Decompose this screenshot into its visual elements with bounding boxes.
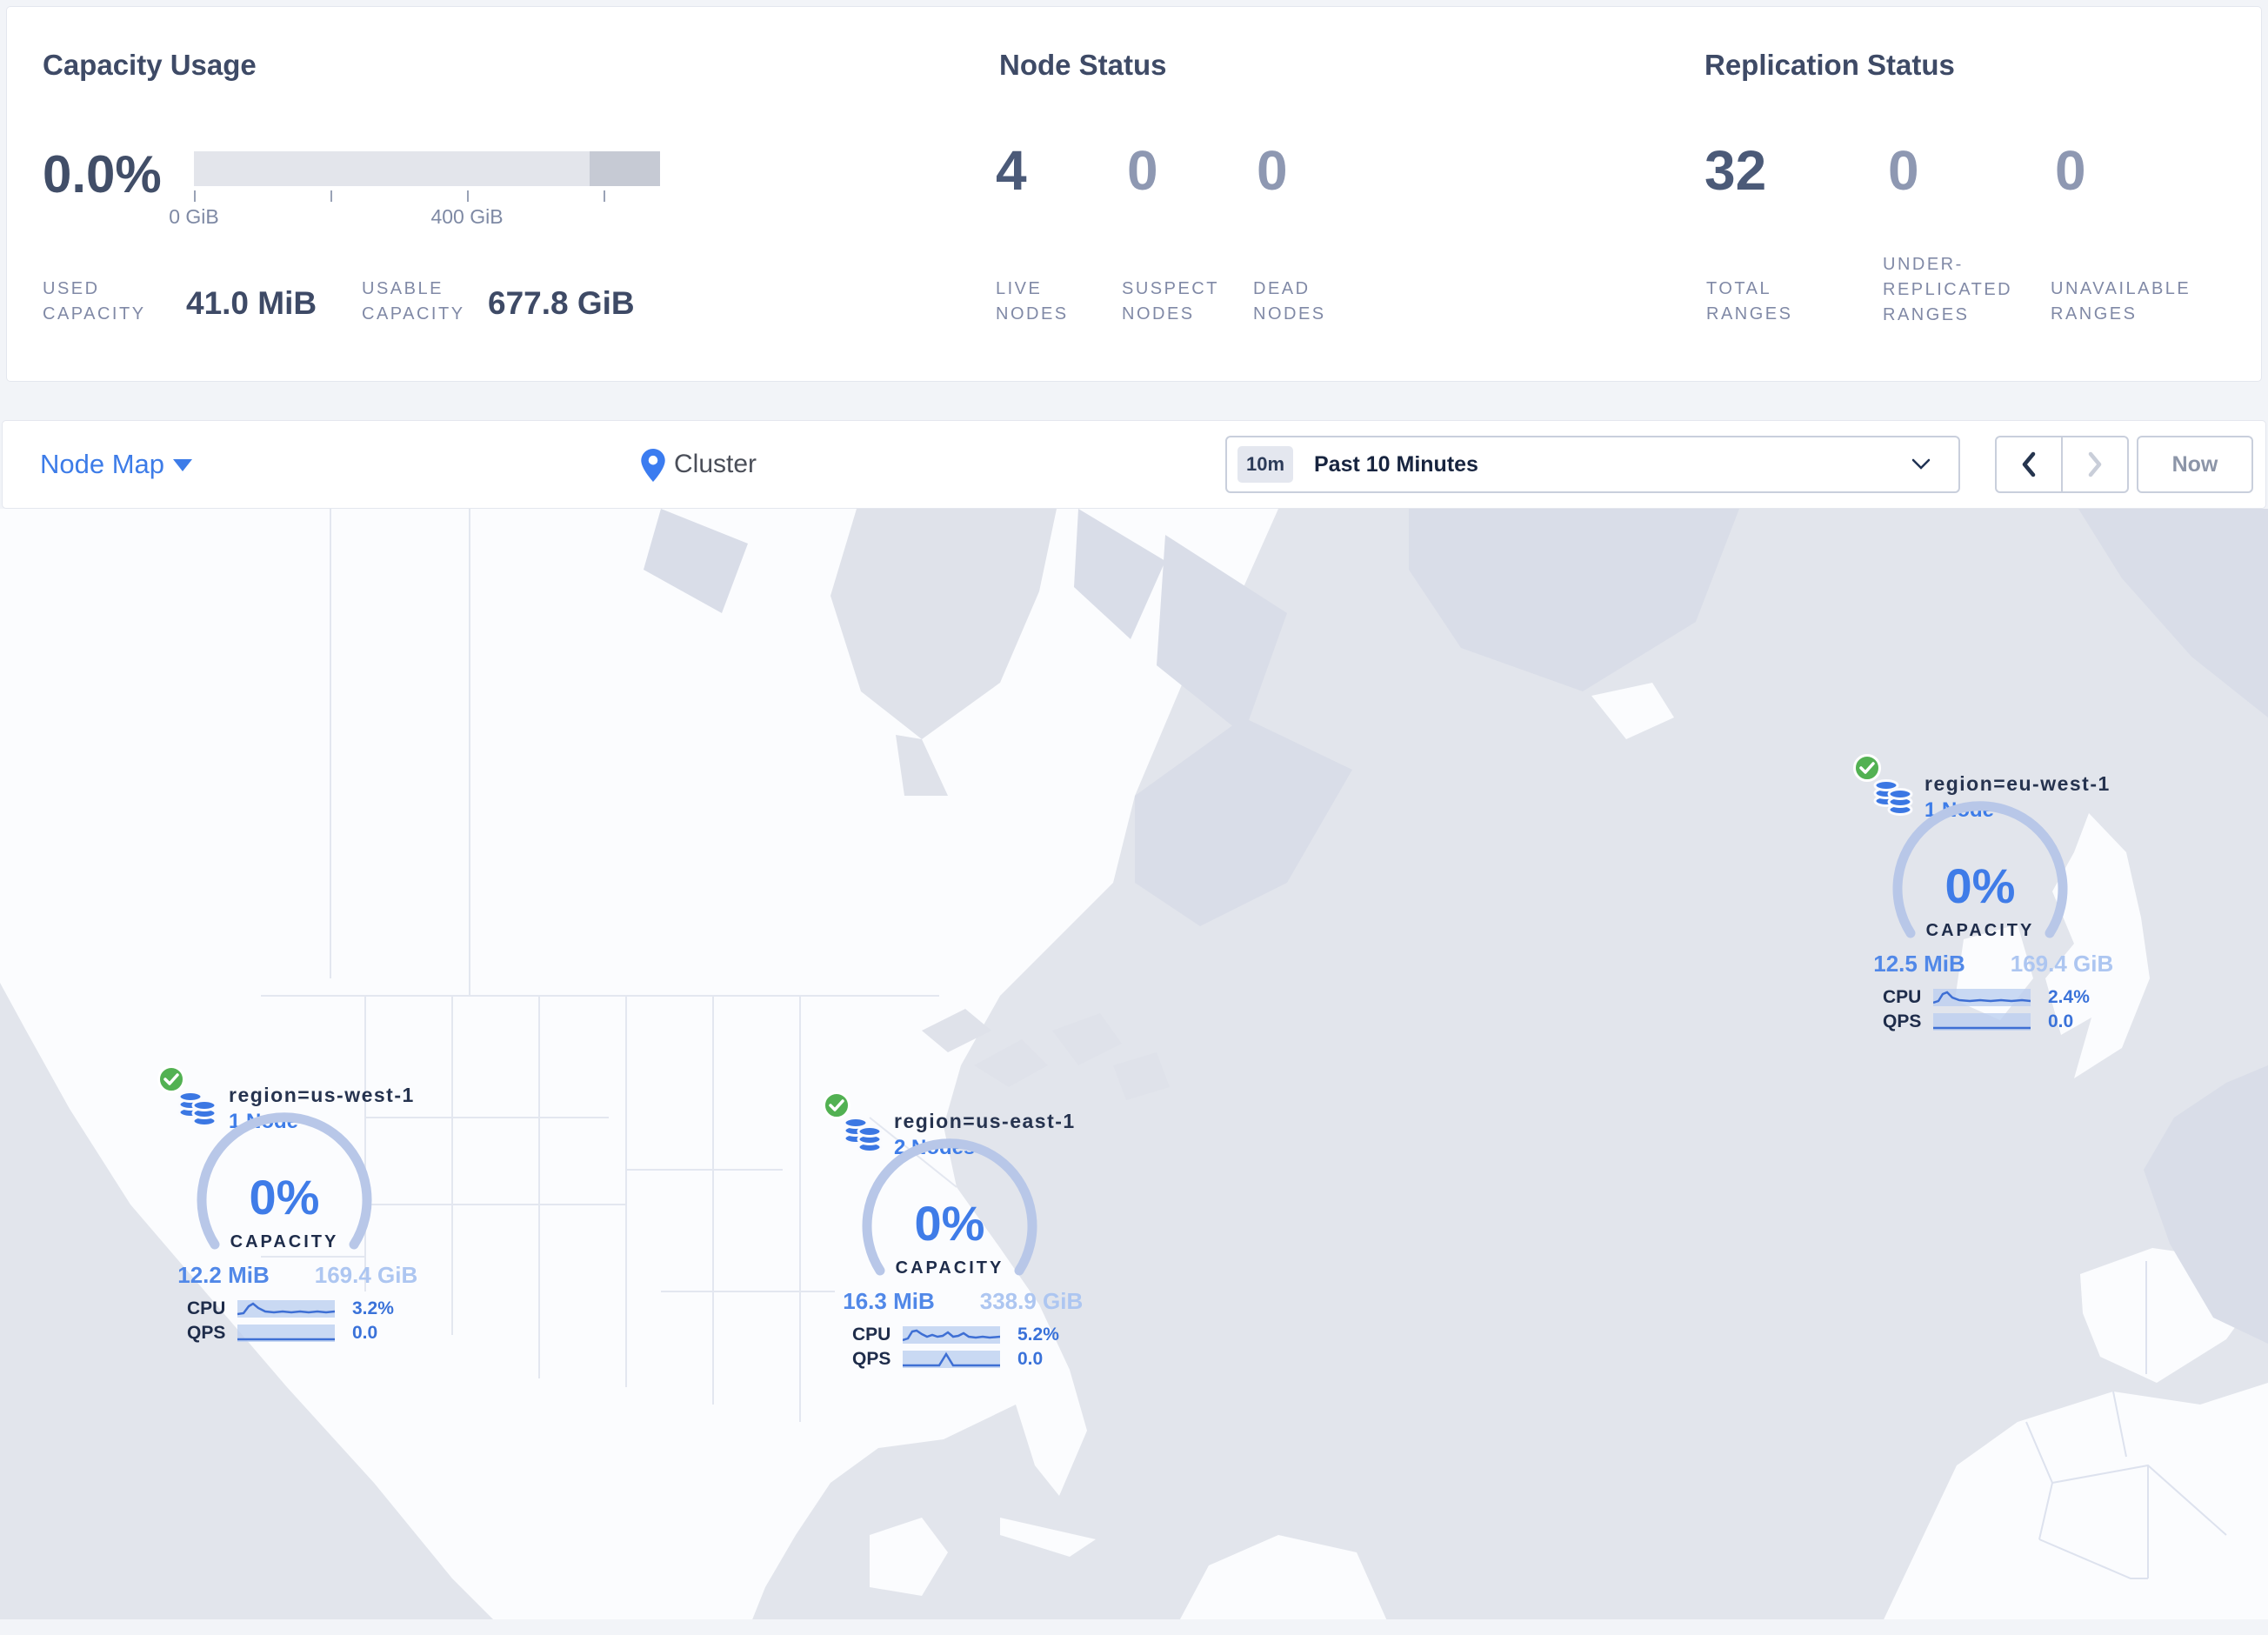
total-ranges-count: 32 [1704, 139, 1767, 202]
live-nodes-label: LIVE NODES [996, 279, 1069, 324]
region-marker-us-west-1[interactable]: region=us-west-1 1 Node 0% CAPACITY 12.2… [137, 1052, 432, 1352]
gauge-tick-label-400: 400 GiB [430, 205, 504, 228]
capacity-percent: 0% [1944, 858, 2016, 913]
total-capacity: 169.4 GiB [2010, 951, 2114, 977]
gauge-tick [604, 190, 605, 202]
time-step-buttons [1995, 436, 2129, 493]
used-capacity-value: 41.0 MiB [186, 285, 317, 321]
suspect-nodes-count: 0 [1127, 139, 1158, 202]
suspect-nodes-label: SUSPECT NODES [1122, 279, 1219, 324]
usable-capacity-label: USABLE CAPACITY [362, 279, 465, 324]
cpu-value: 3.2% [352, 1298, 394, 1318]
cpu-value: 5.2% [1017, 1325, 1059, 1345]
gauge-tick [467, 190, 469, 202]
under-replicated-count: 0 [1888, 139, 1919, 202]
usable-capacity-value: 677.8 GiB [488, 285, 635, 321]
capacity-percent: 0% [914, 1196, 985, 1251]
time-range-value: Past 10 Minutes [1314, 452, 1478, 477]
time-forward-button[interactable] [2061, 437, 2127, 491]
qps-label: QPS [852, 1349, 891, 1369]
capacity-gauge-bar [194, 151, 660, 186]
time-range-badge: 10m [1237, 446, 1293, 483]
capacity-gauge-dark-segment [590, 151, 660, 186]
qps-label: QPS [187, 1323, 226, 1343]
cpu-label: CPU [187, 1298, 226, 1318]
view-selector-node-map[interactable]: Node Map [40, 421, 164, 508]
used-capacity-label: USED CAPACITY [43, 279, 146, 324]
live-nodes-count: 4 [996, 139, 1027, 202]
dead-nodes-label: DEAD NODES [1253, 279, 1326, 324]
region-marker-eu-west-1[interactable]: region=eu-west-1 1 Node 0% CAPACITY 12.5… [1832, 741, 2128, 1041]
qps-value: 0.0 [2048, 1011, 2074, 1031]
cpu-sparkline [237, 1300, 336, 1318]
dead-nodes-count: 0 [1257, 139, 1288, 202]
chevron-down-icon [1911, 458, 1931, 470]
map-pin-icon [641, 449, 665, 482]
node-status-title: Node Status [999, 49, 1167, 81]
qps-sparkline [1933, 1013, 2031, 1031]
cluster-summary-panel: Capacity Usage 0.0% 0 GiB 400 GiB USED C… [6, 6, 2262, 382]
total-capacity: 169.4 GiB [314, 1262, 418, 1288]
cpu-label: CPU [1883, 987, 1922, 1007]
used-capacity: 12.2 MiB [177, 1262, 270, 1288]
map-bottom-edge [0, 1619, 2268, 1631]
unavailable-label: UNAVAILABLE RANGES [2051, 279, 2191, 324]
capacity-label: CAPACITY [895, 1258, 1004, 1278]
chevron-down-icon [173, 459, 192, 471]
cpu-label: CPU [852, 1325, 891, 1345]
qps-value: 0.0 [352, 1323, 378, 1343]
map-toolbar: Node Map Cluster 10m Past 10 Minutes Now [2, 420, 2266, 509]
under-replicated-label: UNDER-REPLICATED RANGES [1883, 255, 2013, 324]
total-capacity: 338.9 GiB [979, 1288, 1084, 1314]
qps-value: 0.0 [1017, 1349, 1044, 1369]
cpu-sparkline [902, 1326, 1001, 1344]
total-ranges-label: TOTAL RANGES [1706, 279, 1793, 324]
capacity-label: CAPACITY [230, 1232, 339, 1251]
used-capacity: 16.3 MiB [843, 1288, 935, 1314]
now-button[interactable]: Now [2137, 436, 2253, 493]
cpu-value: 2.4% [2048, 987, 2090, 1007]
gauge-tick [194, 190, 196, 202]
gauge-tick [330, 190, 332, 202]
region-marker-us-east-1[interactable]: region=us-east-1 2 Nodes 0% CAPACITY 16.… [802, 1078, 1097, 1378]
capacity-label: CAPACITY [1925, 921, 2035, 940]
capacity-usage-title: Capacity Usage [43, 49, 257, 81]
unavailable-count: 0 [2055, 139, 2086, 202]
time-range-select[interactable]: 10m Past 10 Minutes [1225, 436, 1960, 493]
chevron-left-icon [2022, 451, 2036, 477]
cpu-sparkline [1932, 989, 2031, 1006]
used-capacity: 12.5 MiB [1873, 951, 1965, 977]
capacity-percent: 0.0% [43, 145, 162, 204]
qps-sparkline [903, 1351, 1000, 1368]
gauge-tick-label-0: 0 GiB [169, 205, 219, 228]
breadcrumb-cluster[interactable]: Cluster [674, 421, 757, 508]
chevron-right-icon [2088, 451, 2102, 477]
capacity-percent: 0% [249, 1170, 320, 1225]
qps-label: QPS [1883, 1011, 1922, 1031]
time-back-button[interactable] [1997, 437, 2061, 491]
replication-status-title: Replication Status [1704, 49, 1955, 81]
qps-sparkline [237, 1325, 335, 1342]
